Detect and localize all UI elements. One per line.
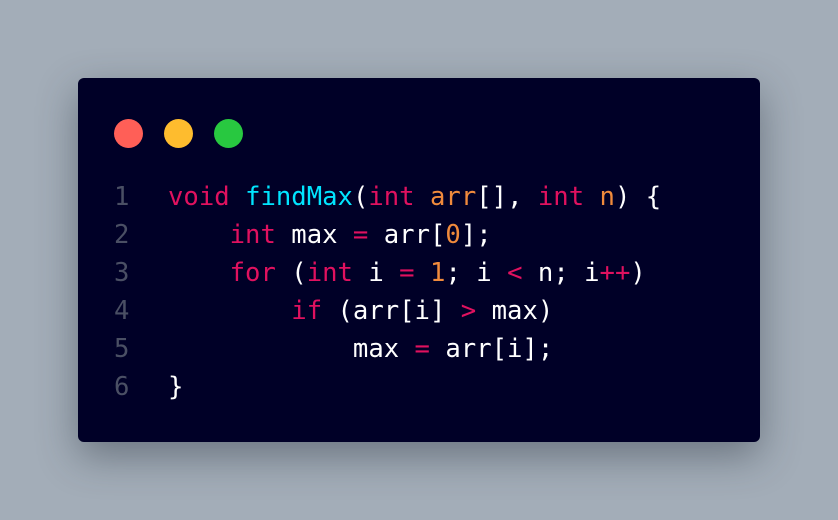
code-token-plain: [], <box>476 182 538 212</box>
code-token-keyword: int <box>368 182 415 212</box>
code-line: 4 if (arr[i] > max) <box>114 292 661 330</box>
minimize-dot[interactable] <box>164 119 193 148</box>
code-token-plain: max) <box>476 296 554 326</box>
code-token-operator: < <box>507 258 523 288</box>
code-text: int max = arr[0]; <box>168 216 492 254</box>
code-token-keyword: if <box>291 296 323 326</box>
code-token-operator: = <box>414 334 430 364</box>
line-number: 3 <box>114 258 130 288</box>
code-token-plain: ]; <box>460 220 492 250</box>
code-token-operator: = <box>352 220 369 250</box>
line-number: 4 <box>114 296 130 326</box>
code-token-plain: max <box>275 220 353 250</box>
code-token-plain: ; i <box>445 258 508 288</box>
code-text: for (int i = 1; i < n; i++) <box>168 254 646 292</box>
code-token-operator: > <box>460 296 477 326</box>
code-token-plain: (arr[i] <box>322 296 461 326</box>
line-number: 6 <box>114 372 130 402</box>
code-token-number: 0 <box>445 220 461 250</box>
line-number: 5 <box>114 334 130 364</box>
code-token-plain: i <box>352 258 400 288</box>
code-line: 1 void findMax(int arr[], int n) { <box>114 178 661 216</box>
code-text: void findMax(int arr[], int n) { <box>168 178 661 216</box>
code-token-keyword: int <box>229 220 276 250</box>
code-token-plain: ( <box>275 258 307 288</box>
code-token-plain: ( <box>352 182 369 212</box>
code-token-keyword: int <box>537 182 585 212</box>
code-token-plain: n; i <box>522 258 600 288</box>
code-text: max = arr[i]; <box>168 330 553 368</box>
code-token-operator: ++ <box>599 258 631 288</box>
line-number: 1 <box>114 182 130 212</box>
code-window: 1 void findMax(int arr[], int n) {2 int m… <box>78 78 760 442</box>
code-token-plain: max <box>168 334 415 364</box>
code-token-keyword: for <box>229 258 276 288</box>
code-line: 6} <box>114 368 661 406</box>
code-token-plain: } <box>168 372 184 402</box>
code-token-plain: ) { <box>614 182 662 212</box>
code-token-param: arr <box>430 182 477 212</box>
code-line: 5 max = arr[i]; <box>114 330 661 368</box>
maximize-dot[interactable] <box>214 119 243 148</box>
line-number: 2 <box>114 220 130 250</box>
code-token-number: 1 <box>430 258 446 288</box>
code-token-plain: ) <box>630 258 646 288</box>
code-token-operator: = <box>399 258 415 288</box>
code-token-plain: arr[ <box>368 220 446 250</box>
code-line: 2 int max = arr[0]; <box>114 216 661 254</box>
code-text: if (arr[i] > max) <box>168 292 553 330</box>
code-text: } <box>168 368 183 406</box>
code-token-function: findMax <box>245 182 353 212</box>
code-token-param: n <box>599 182 615 212</box>
code-block: 1 void findMax(int arr[], int n) {2 int m… <box>114 178 661 406</box>
code-token-keyword: void <box>168 182 230 212</box>
close-dot[interactable] <box>114 119 143 148</box>
code-line: 3 for (int i = 1; i < n; i++) <box>114 254 661 292</box>
code-token-keyword: int <box>306 258 353 288</box>
code-token-plain: arr[i]; <box>429 334 554 364</box>
